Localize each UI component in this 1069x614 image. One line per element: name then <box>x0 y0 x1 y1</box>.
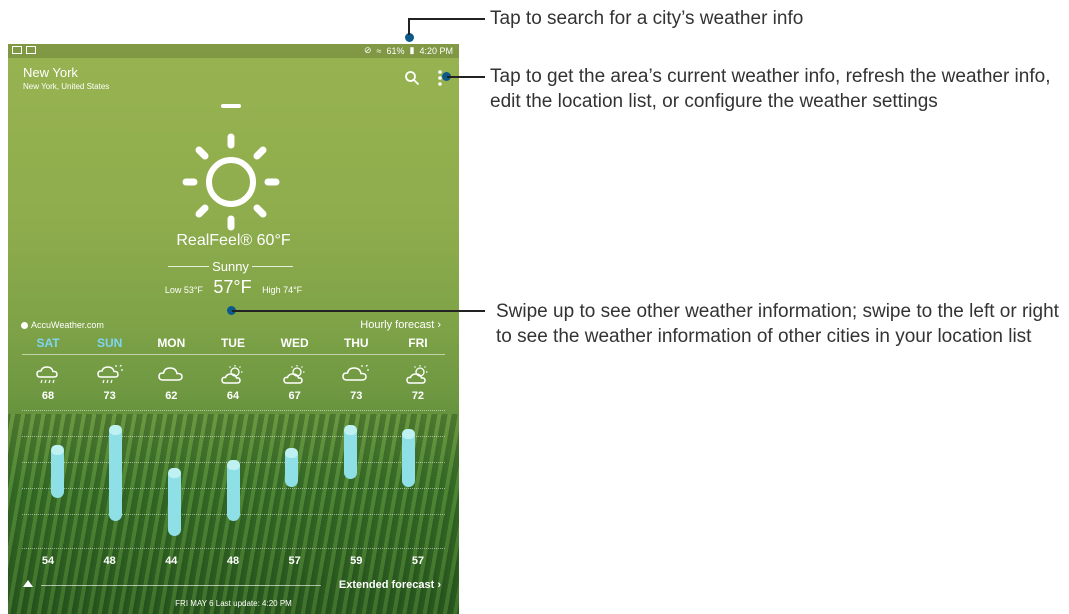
temp-bar-cap <box>50 444 64 455</box>
temp-bar-cap <box>167 467 181 478</box>
temp-bar-cap <box>343 425 357 436</box>
low-temp: 57 <box>411 555 425 567</box>
low-temp: 48 <box>226 555 240 567</box>
gridline <box>22 548 445 549</box>
high-temps-row: 68 73 62 64 67 73 72 <box>28 390 438 402</box>
accuweather-icon <box>21 321 28 329</box>
high-temp: 64 <box>226 390 240 402</box>
high-temp: 73 <box>103 390 116 402</box>
divider <box>22 354 445 355</box>
weather-condition: Sunny <box>168 258 293 274</box>
low-temp: 54 <box>41 555 55 567</box>
collapse-arrow-icon[interactable] <box>23 580 33 587</box>
search-callout-text: Tap to search for a city’s weather info <box>490 8 804 29</box>
clock: 4:20 PM <box>419 45 453 56</box>
day-label: MON <box>157 336 186 350</box>
gridline <box>22 410 445 411</box>
accuweather-logo[interactable]: AccuWeather.com <box>21 320 104 330</box>
sunny-icon <box>182 133 280 231</box>
battery-level: 61% <box>386 45 405 56</box>
condition-text: Sunny <box>212 258 249 274</box>
current-temperatures: Low 53°F 57°F High 74°F <box>8 277 459 298</box>
low-temperature: Low 53°F <box>164 285 203 295</box>
low-temp: 48 <box>103 555 116 567</box>
battery-notification-icon <box>26 46 36 54</box>
divider <box>251 265 293 267</box>
temp-range-bar <box>167 467 181 537</box>
high-temp: 62 <box>165 390 178 402</box>
divider <box>168 265 210 267</box>
day-label: TUE <box>220 336 245 350</box>
swipe-callout-line <box>232 310 485 312</box>
high-temp: 73 <box>350 390 363 402</box>
menu-callout-line <box>447 76 485 78</box>
temp-bar-cap <box>402 429 416 440</box>
forecast-icons <box>28 364 438 386</box>
status-bar: ⊘ ≈ 61% ▮ 4:20 PM <box>8 44 459 58</box>
low-temp: 57 <box>288 555 301 567</box>
cloud-icon <box>158 367 184 381</box>
temp-bar-cap <box>226 459 240 470</box>
swipe-callout-text: Swipe up to see other weather informatio… <box>496 301 1059 347</box>
rain-cloud-icon <box>36 366 58 384</box>
low-temp: 59 <box>350 555 363 567</box>
high-temp: 68 <box>41 390 55 402</box>
do-not-disturb-icon: ⊘ <box>364 45 372 55</box>
low-temp: 44 <box>165 555 178 567</box>
temperature-range-bars <box>28 414 438 544</box>
low-temps-row: 54 48 44 48 57 59 57 <box>28 555 438 567</box>
search-callout-connector <box>408 19 410 35</box>
divider <box>41 585 321 586</box>
extended-forecast-link[interactable]: Extended forecast › <box>339 579 441 591</box>
current-temperature: 57°F <box>213 277 252 297</box>
battery-icon: ▮ <box>409 45 415 55</box>
sun-rain-cloud-icon <box>96 364 123 384</box>
partly-sunny-icon <box>221 365 243 384</box>
wifi-icon: ≈ <box>376 45 382 56</box>
temp-bar-cap <box>285 448 299 459</box>
partly-cloudy-icon <box>342 364 370 381</box>
menu-callout-text: Tap to get the area’s current weather in… <box>490 66 1051 112</box>
day-label: THU <box>343 336 369 350</box>
city-region: New York, United States <box>23 82 110 91</box>
provider-name: AccuWeather.com <box>31 320 104 330</box>
partly-sunny-icon <box>406 365 428 384</box>
hourly-forecast-link[interactable]: Hourly forecast › <box>360 319 441 331</box>
high-temperature: High 74°F <box>262 285 303 295</box>
search-icon[interactable] <box>404 70 420 86</box>
day-label: WED <box>280 336 309 350</box>
temp-range-bar <box>109 425 123 522</box>
forecast-days: SAT SUN MON TUE WED THU FRI <box>28 336 438 350</box>
day-label: SAT <box>36 336 60 350</box>
last-update: FRI MAY 6 Last update: 4:20 PM <box>175 599 292 608</box>
high-temp: 72 <box>411 390 425 402</box>
day-label: SUN <box>96 336 123 350</box>
high-temp: 67 <box>288 390 301 402</box>
swipe-handle[interactable] <box>221 104 241 108</box>
day-label: FRI <box>408 336 428 350</box>
search-callout-line <box>408 18 485 20</box>
weather-app-screen[interactable]: ⊘ ≈ 61% ▮ 4:20 PM New York New York, Uni… <box>8 44 459 614</box>
gallery-notification-icon <box>12 46 22 54</box>
realfeel-temperature: RealFeel® 60°F <box>176 232 291 249</box>
city-name: New York <box>23 65 78 80</box>
partly-sunny-icon <box>282 365 305 384</box>
